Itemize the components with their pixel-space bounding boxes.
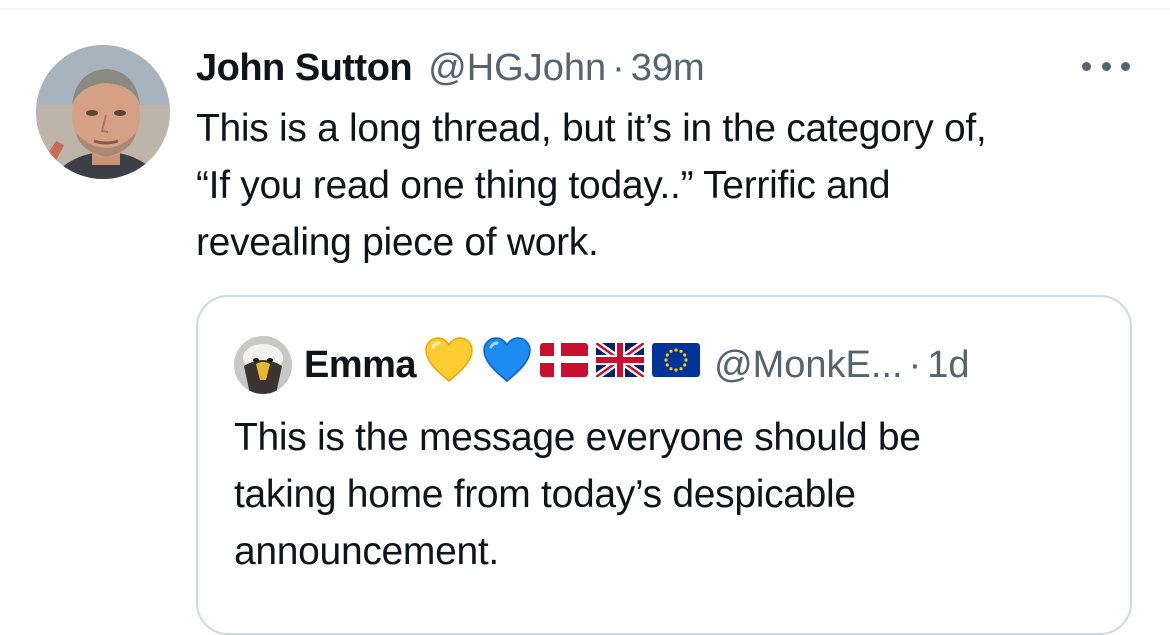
- quoted-tweet-header: Emma @MonkE... · 1d: [234, 336, 970, 394]
- quoted-text-line: announcement.: [234, 530, 499, 573]
- profile-photo-man: [36, 45, 170, 179]
- author-name[interactable]: John Sutton: [196, 47, 413, 90]
- tweet-header: John Sutton @HGJohn · 39m: [196, 40, 705, 96]
- quoted-author-avatar[interactable]: [234, 336, 292, 394]
- separator-dot: ·: [612, 46, 625, 89]
- tweet-text: This is a long thread, but it’s in the c…: [196, 100, 1141, 271]
- tweet[interactable]: John Sutton @HGJohn · 39m This is a long…: [0, 0, 1170, 635]
- quoted-tweet-text: This is the message everyone should be t…: [234, 409, 1094, 580]
- tweet-text-line: revealing piece of work.: [196, 221, 599, 264]
- author-avatar[interactable]: [36, 45, 170, 179]
- quoted-tweet[interactable]: Emma @MonkE... · 1d This is the message …: [196, 295, 1132, 635]
- author-handle[interactable]: @HGJohn: [428, 47, 606, 90]
- tweet-text-line: “If you read one thing today..” Terrific…: [196, 164, 891, 207]
- quoted-author-handle[interactable]: @MonkE...: [714, 344, 903, 387]
- eagle-avatar: [234, 336, 292, 394]
- tweet-time[interactable]: 39m: [631, 47, 705, 90]
- quoted-text-line: This is the message everyone should be: [234, 416, 921, 459]
- quoted-author-name[interactable]: Emma: [304, 344, 417, 387]
- top-divider: [0, 8, 1170, 10]
- tweet-text-line: This is a long thread, but it’s in the c…: [196, 107, 987, 150]
- blue-heart-icon: [482, 337, 532, 393]
- quoted-tweet-time[interactable]: 1d: [927, 344, 969, 387]
- flag-european-union-icon: [652, 343, 701, 387]
- more-horizontal-icon[interactable]: [1082, 52, 1130, 80]
- yellow-heart-icon: [424, 337, 474, 393]
- flag-denmark-icon: [540, 343, 589, 387]
- quoted-text-line: taking home from today’s despicable: [234, 473, 856, 516]
- flag-united-kingdom-icon: [594, 340, 647, 387]
- separator-dot: ·: [908, 343, 922, 386]
